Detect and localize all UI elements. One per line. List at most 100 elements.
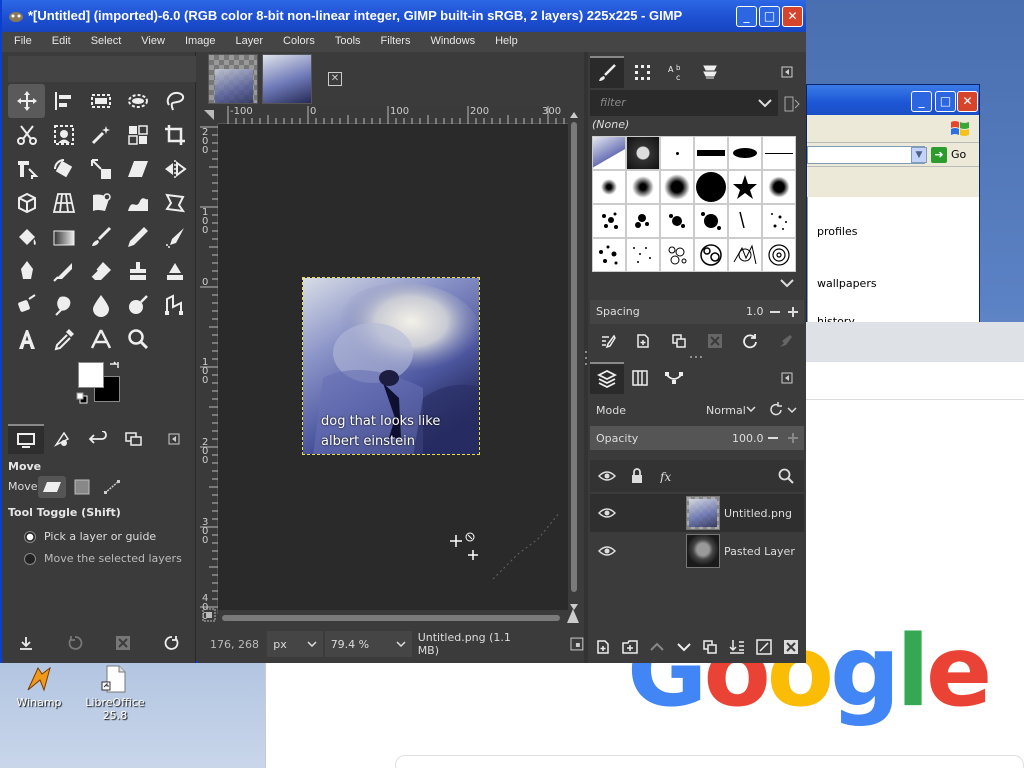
zoom-tool-icon[interactable] [119,322,156,356]
folder-profiles[interactable]: profiles [817,225,857,238]
menu-help[interactable]: Help [483,32,526,52]
horizontal-scrollbar[interactable] [218,612,568,621]
chevron-down-icon[interactable]: ▼ [911,147,927,163]
airbrush-tool-icon[interactable] [156,220,193,254]
menu-colors[interactable]: Colors [271,32,323,52]
google-search-box[interactable] [395,755,1024,768]
handle-transform-tool-icon[interactable] [119,186,156,220]
explorer-close-button[interactable]: ✕ [957,91,978,112]
radio-button[interactable] [24,552,36,565]
dock-menu-icon[interactable] [156,424,192,454]
brush-item[interactable] [592,238,626,272]
eye-icon[interactable] [598,545,616,557]
brush-item[interactable] [694,170,728,204]
lock-icon[interactable] [630,468,644,484]
perspective-tool-icon[interactable] [45,186,82,220]
restore-tool-preset-icon[interactable] [67,635,83,651]
close-button[interactable]: ✕ [782,6,803,27]
3d-transform-tool-icon[interactable] [8,186,45,220]
explorer-go-button[interactable]: ➜ Go [931,146,977,164]
chevron-down-icon[interactable] [780,278,794,288]
refresh-brushes-icon[interactable] [742,333,758,349]
tool-options-tab[interactable] [8,424,44,454]
brushes-tab[interactable] [590,56,625,88]
scissors-tool-icon[interactable] [8,118,45,152]
foreground-select-tool-icon[interactable] [45,118,82,152]
explorer-minimize-button[interactable]: _ [911,91,932,112]
menu-edit[interactable]: Edit [40,32,79,52]
maximize-button[interactable]: □ [759,6,780,27]
desktop-icon-winamp[interactable]: Winamp [4,664,74,709]
gimp-title-bar[interactable]: *[Untitled] (imported)-6.0 (RGB color 8-… [2,0,806,32]
clone-tool-icon[interactable] [119,254,156,288]
navigation-icon[interactable] [570,637,584,651]
brush-item[interactable] [626,238,660,272]
mypaint-brush-tool-icon[interactable] [45,254,82,288]
delete-brush-icon[interactable] [707,333,723,349]
undo-history-tab[interactable] [80,424,116,454]
brush-item[interactable] [626,204,660,238]
chevron-down-icon[interactable] [758,98,772,108]
layer-opacity-slider[interactable]: Opacity 100.0 [590,426,804,450]
vertical-scrollbar[interactable] [570,112,578,610]
tag-icon[interactable] [784,96,800,112]
brush-item[interactable] [626,136,660,170]
layer-row[interactable]: Pasted Layer [590,532,804,570]
menu-file[interactable]: File [2,32,40,52]
measure-tool-icon[interactable] [82,322,119,356]
edit-brush-icon[interactable] [600,333,616,349]
color-picker-tool-icon[interactable] [45,322,82,356]
paths-tab[interactable] [657,362,691,394]
move-selection-icon[interactable] [68,476,96,498]
lower-layer-icon[interactable] [676,639,692,655]
brush-item[interactable] [592,136,626,170]
dock-menu-icon[interactable] [771,362,805,394]
eye-icon[interactable] [598,470,616,482]
flip-tool-icon[interactable] [156,152,193,186]
image-tab-untitled[interactable] [208,54,258,104]
brush-item[interactable] [728,170,762,204]
menu-layer[interactable]: Layer [224,32,272,52]
brush-item[interactable] [694,204,728,238]
quick-mask-corner[interactable] [200,106,218,124]
add-layer-mask-icon[interactable] [756,639,772,655]
eraser-tool-icon[interactable] [82,254,119,288]
composite-mode-icon[interactable] [768,402,798,418]
dock-menu-icon[interactable] [770,56,804,88]
gimp-window[interactable]: *[Untitled] (imported)-6.0 (RGB color 8-… [0,0,806,663]
unit-selector[interactable]: px [267,631,323,657]
ink-tool-icon[interactable] [8,254,45,288]
menu-select[interactable]: Select [79,32,130,52]
swap-colors-icon[interactable] [108,360,120,372]
perspective-clone-tool-icon[interactable] [8,288,45,322]
channels-tab[interactable] [624,362,658,394]
minimize-button[interactable]: _ [736,6,757,27]
patterns-tab[interactable] [624,56,658,88]
brush-item[interactable] [694,238,728,272]
image-canvas[interactable]: dog that looks like albert einstein [218,124,568,610]
document-history-tab[interactable] [693,56,727,88]
brush-item[interactable] [694,136,728,170]
fonts-tab[interactable]: Abc [659,56,693,88]
images-tab[interactable] [116,424,152,454]
foreground-color-swatch[interactable] [78,362,104,388]
delete-layer-icon[interactable] [783,639,799,655]
pencil-tool-icon[interactable] [119,220,156,254]
move-path-icon[interactable] [98,476,126,498]
cage-transform-tool-icon[interactable] [156,186,193,220]
brush-item[interactable] [762,204,796,238]
lasso-tool-icon[interactable] [156,84,193,118]
explorer-window[interactable]: _ □ ✕ ▼ ➜ Go profiles wallpapers history [806,84,980,334]
save-tool-preset-icon[interactable] [18,635,34,651]
brush-item[interactable] [660,170,694,204]
menu-tools[interactable]: Tools [323,32,369,52]
brush-spacing-slider[interactable]: Spacing 1.0 [590,300,804,324]
align-tool-icon[interactable] [45,84,82,118]
dodge-burn-tool-icon[interactable] [119,288,156,322]
radio-pick-layer[interactable]: Pick a layer or guide [24,530,156,543]
default-colors-icon[interactable] [76,392,88,404]
new-brush-icon[interactable] [635,333,651,349]
ellipse-select-tool-icon[interactable] [119,84,156,118]
new-layer-group-icon[interactable] [622,639,638,655]
menu-view[interactable]: View [129,32,173,52]
